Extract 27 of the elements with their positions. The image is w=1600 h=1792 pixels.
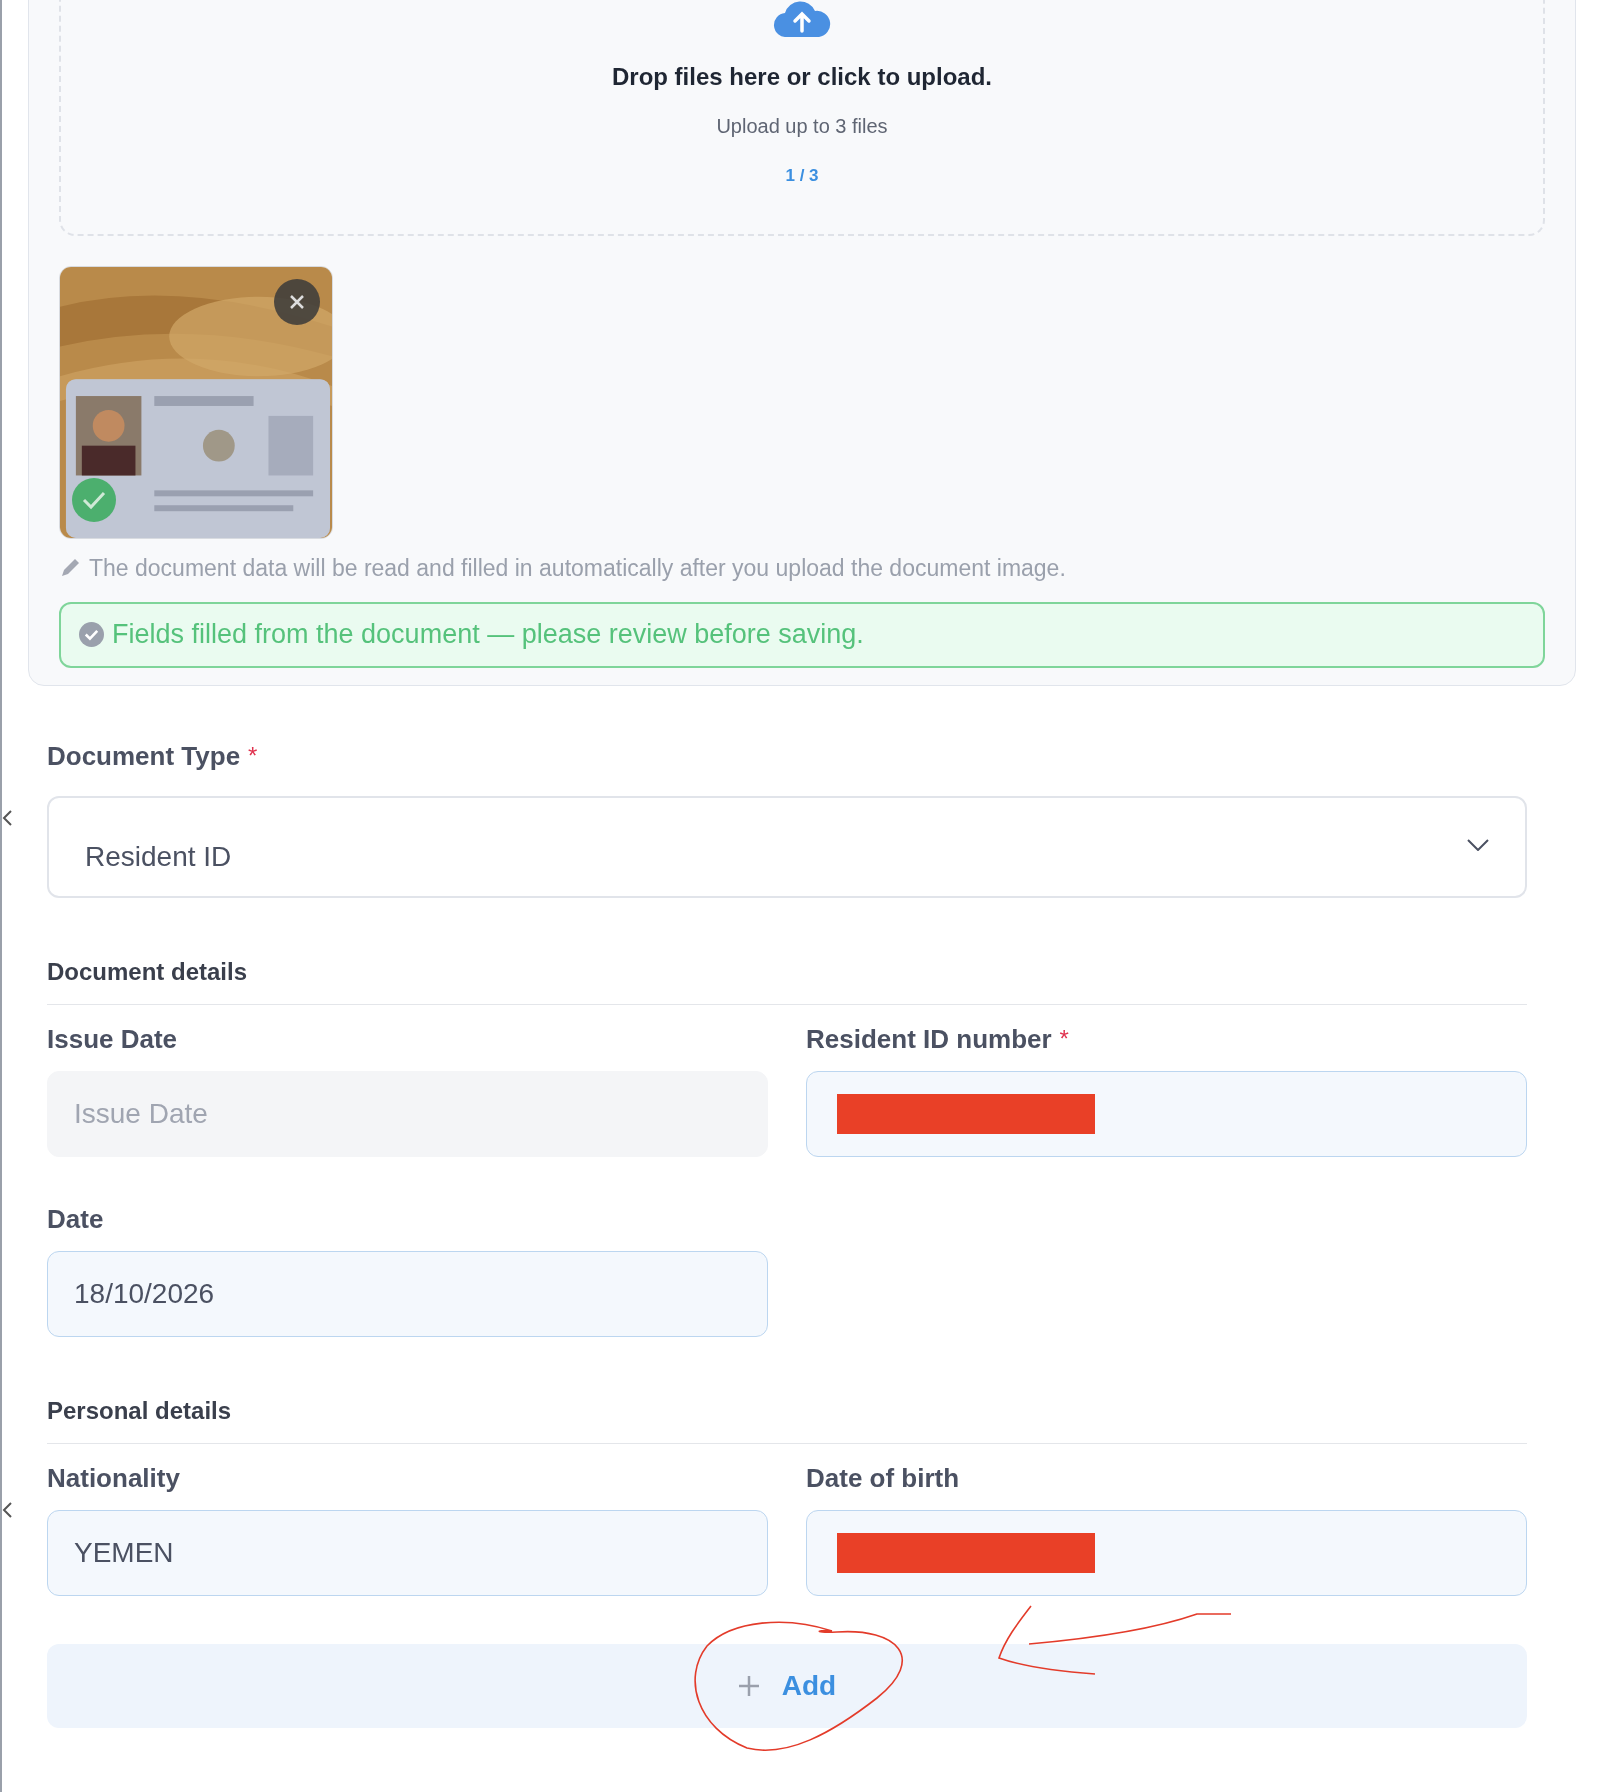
input-field[interactable]: YEMEN <box>47 1510 768 1596</box>
input-field[interactable] <box>806 1510 1527 1596</box>
field-label: Document Type <box>47 739 241 773</box>
plus-icon <box>737 1675 760 1697</box>
input-field[interactable] <box>806 1071 1527 1157</box>
field-label: Date of birth <box>806 1461 960 1495</box>
close-icon <box>289 294 305 310</box>
chevron-left-icon[interactable] <box>2 810 12 826</box>
field-label: Resident ID number <box>806 1022 1052 1056</box>
field-label: Nationality <box>47 1461 180 1495</box>
chevron-down-icon <box>1467 839 1489 851</box>
document-type-select[interactable]: Resident ID <box>47 796 1527 898</box>
input-field[interactable]: 18/10/2026 <box>47 1251 768 1337</box>
alert-text: Fields filled from the document — please review before saving. <box>112 618 864 652</box>
section-title: Document details <box>47 954 1527 1005</box>
field-label: Issue Date <box>47 1022 178 1056</box>
required-asterisk: * <box>248 741 258 771</box>
field-label: Date <box>47 1202 104 1236</box>
dropzone[interactable]: Drop files here or click to upload. Upload up to 3 files 1 / 3 <box>59 0 1545 236</box>
section-title: Personal details <box>47 1393 1527 1444</box>
dropzone-subtitle: Upload up to 3 files <box>716 114 888 139</box>
hint-text: The document data will be read and filled in automatically after you upload the document image. <box>89 554 1066 583</box>
chevron-left-icon[interactable] <box>2 1502 12 1518</box>
required-asterisk: * <box>1059 1024 1069 1054</box>
file-counter: 1 / 3 <box>785 165 819 187</box>
dropzone-title: Drop files here or click to upload. <box>611 62 993 92</box>
check-circle-icon <box>79 622 104 647</box>
